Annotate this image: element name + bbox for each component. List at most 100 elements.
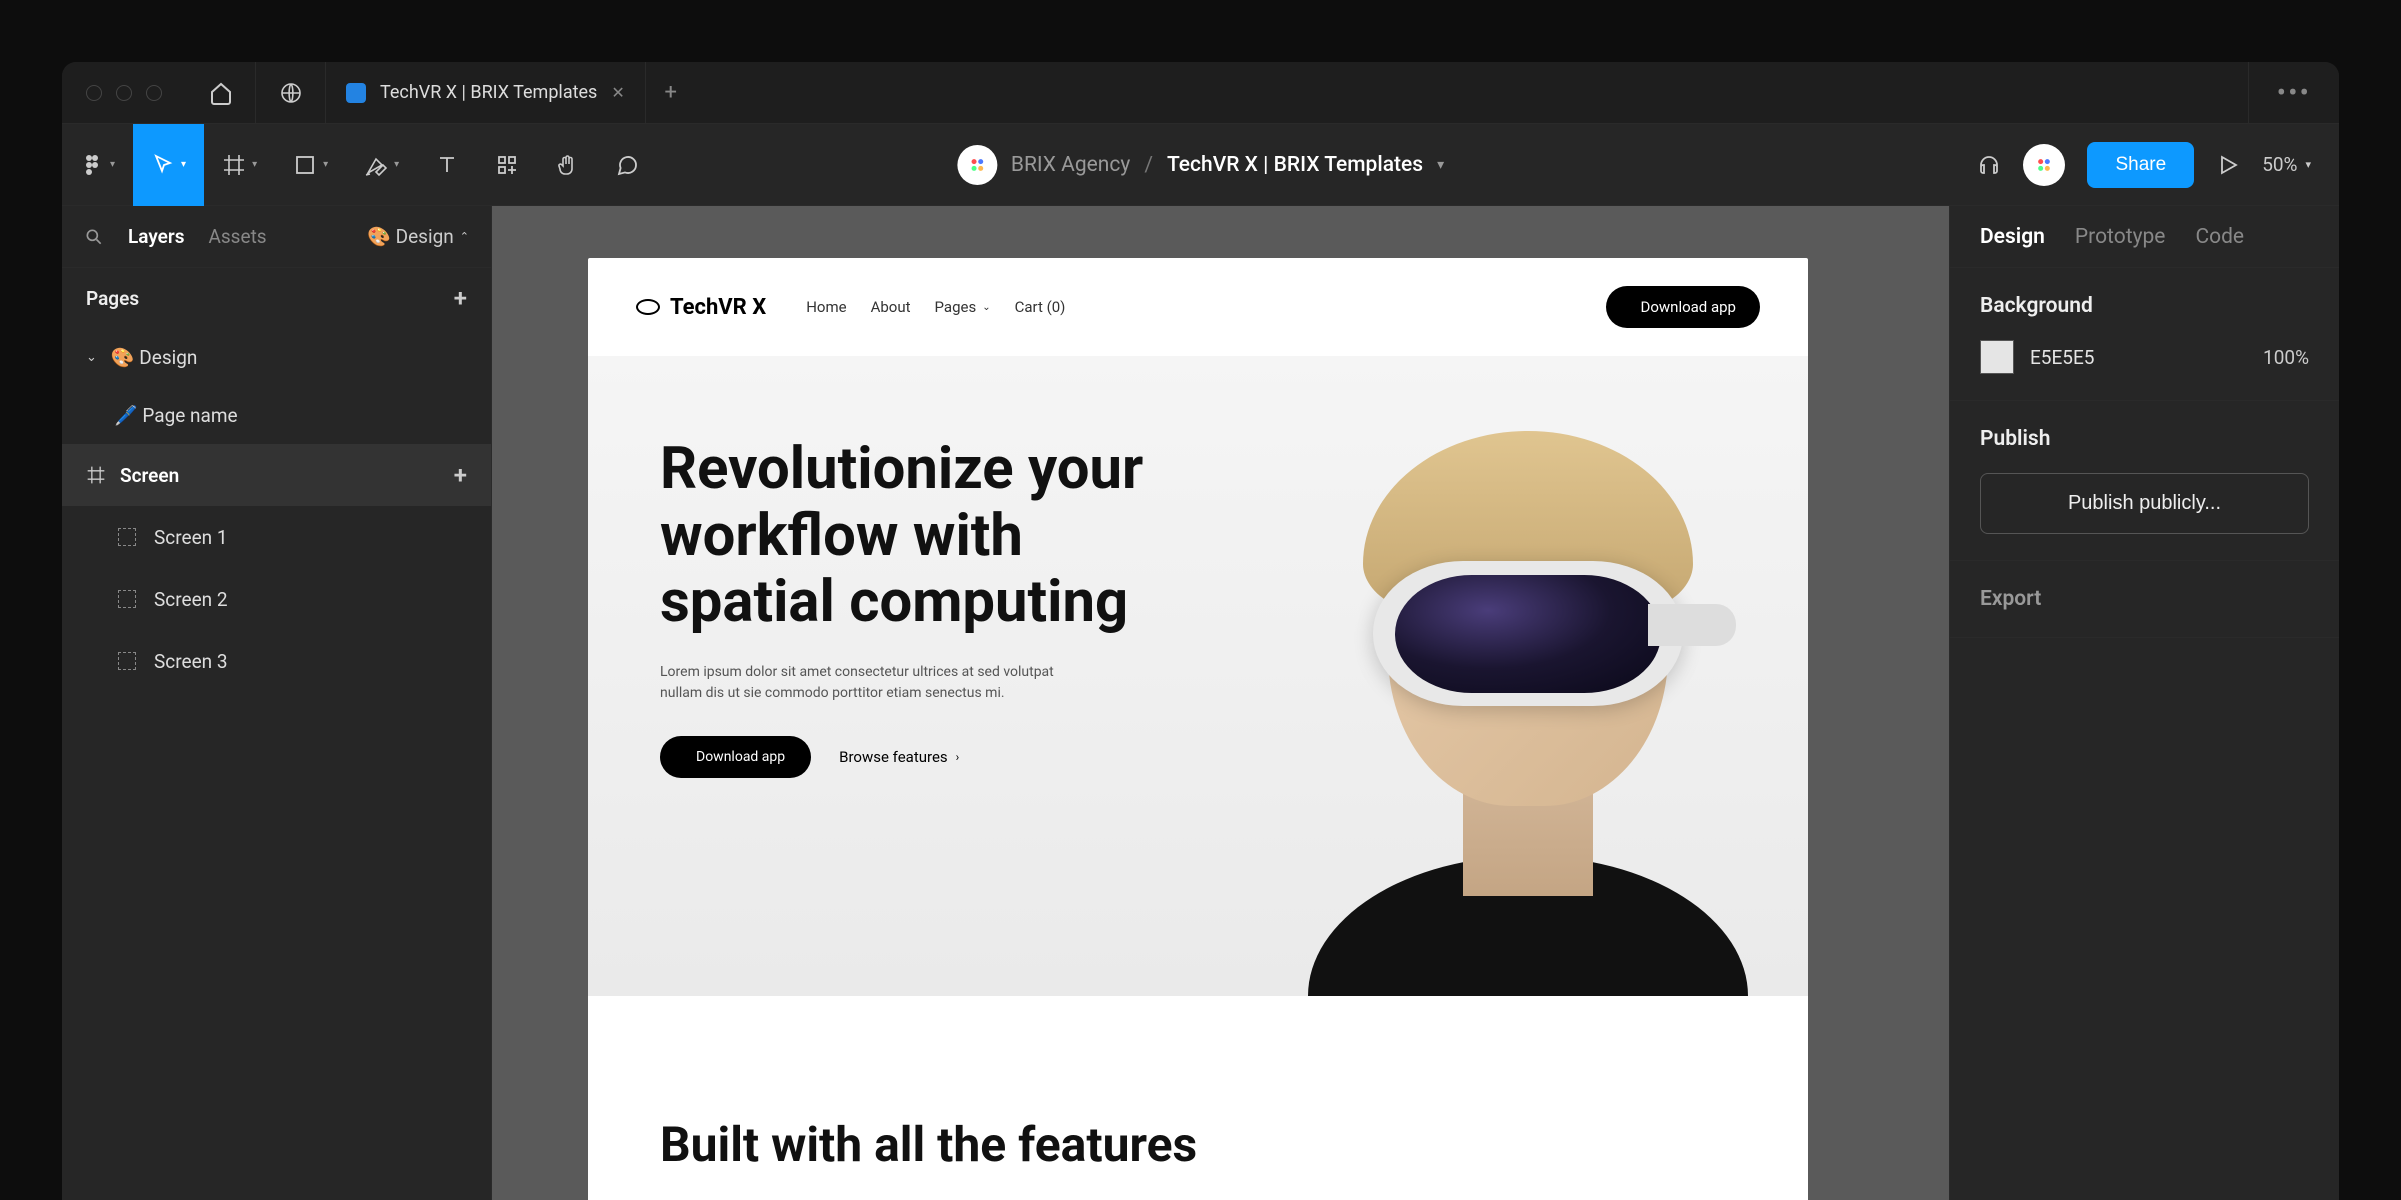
layer-item-screen-3[interactable]: Screen 3: [62, 630, 491, 692]
color-opacity[interactable]: 100%: [2263, 346, 2309, 369]
layer-label: Screen 3: [154, 650, 228, 673]
text-icon: [435, 153, 459, 177]
globe-icon: [279, 81, 303, 105]
hand-tool-button[interactable]: [537, 124, 597, 206]
mock-hero: Revolutionize your workflow with spatial…: [588, 356, 1808, 996]
figma-logo-icon: [80, 153, 104, 177]
user-avatar[interactable]: [2023, 144, 2065, 186]
home-button[interactable]: [186, 62, 256, 124]
color-swatch[interactable]: [1980, 340, 2014, 374]
team-avatar[interactable]: [957, 145, 997, 185]
text-tool-button[interactable]: [417, 124, 477, 206]
mock-nav-links: Home About Pages ⌄ Cart (0): [806, 298, 1065, 316]
right-panel-tabs: Design Prototype Code: [1950, 206, 2339, 268]
left-panel: Layers Assets 🎨 Design ⌃ Pages + ⌄ 🎨 Des…: [62, 206, 492, 1200]
mock-features-title: Built with all the features: [660, 1116, 1736, 1173]
background-color-row[interactable]: E5E5E5 100%: [1980, 340, 2309, 374]
mock-hero-text: Revolutionize your workflow with spatial…: [660, 386, 1200, 996]
resources-button[interactable]: [477, 124, 537, 206]
headphones-icon: [1977, 153, 2001, 177]
hand-icon: [555, 153, 579, 177]
publish-section: Publish Publish publicly...: [1950, 401, 2339, 561]
publish-publicly-button[interactable]: Publish publicly...: [1980, 473, 2309, 534]
chevron-down-icon: ▾: [181, 159, 186, 170]
chevron-down-icon: ▾: [2305, 158, 2311, 171]
chevron-right-icon: ›: [956, 750, 960, 764]
move-tool-button[interactable]: ▾: [133, 124, 204, 206]
mock-logo: TechVR X: [636, 295, 766, 320]
screen-section-label: Screen: [120, 464, 179, 487]
mock-nav-home: Home: [806, 298, 846, 316]
audio-button[interactable]: [1977, 153, 2001, 177]
screen-section-header[interactable]: Screen +: [62, 444, 491, 506]
minimize-window-button[interactable]: [116, 85, 132, 101]
add-screen-button[interactable]: +: [454, 461, 467, 489]
breadcrumb-file[interactable]: TechVR X | BRIX Templates: [1167, 153, 1423, 177]
mock-logo-text: TechVR X: [670, 295, 766, 320]
add-page-button[interactable]: +: [454, 284, 467, 312]
layers-tab[interactable]: Layers: [128, 225, 184, 248]
toolbar: ▾ ▾ ▾ ▾ ▾: [62, 124, 2339, 206]
frame-tool-button[interactable]: ▾: [204, 124, 275, 206]
window-menu-button[interactable]: •••: [2248, 62, 2339, 124]
zoom-level: 50%: [2262, 153, 2297, 176]
assets-tab[interactable]: Assets: [208, 225, 266, 248]
chevron-down-icon: ⌄: [86, 350, 97, 365]
background-section: Background E5E5E5 100%: [1950, 268, 2339, 401]
close-tab-button[interactable]: ✕: [611, 83, 624, 102]
mock-nav: TechVR X Home About Pages ⌄ Cart (0) Dow…: [588, 258, 1808, 356]
shape-tool-button[interactable]: ▾: [275, 124, 346, 206]
toolbar-right: Share 50% ▾: [1977, 142, 2339, 188]
export-section[interactable]: Export: [1950, 561, 2339, 638]
zoom-dropdown[interactable]: 50% ▾: [2262, 153, 2311, 176]
color-hex[interactable]: E5E5E5: [2030, 346, 2094, 369]
mock-hero-title: Revolutionize your workflow with spatial…: [660, 436, 1200, 636]
goggles-icon: [636, 299, 660, 315]
page-item-design[interactable]: ⌄ 🎨 Design: [62, 328, 491, 386]
chevron-down-icon: ▾: [323, 159, 328, 170]
mock-download-app-button: Download app: [1606, 286, 1760, 328]
prototype-tab[interactable]: Prototype: [2075, 225, 2166, 249]
breadcrumb-separator: /: [1144, 153, 1153, 177]
publish-title: Publish: [1980, 427, 2309, 451]
design-page-dropdown[interactable]: 🎨 Design ⌃: [367, 225, 469, 248]
pen-icon: [364, 153, 388, 177]
chevron-down-icon[interactable]: ▾: [1437, 157, 1444, 173]
chevron-down-icon: ▾: [252, 159, 257, 170]
breadcrumb-team[interactable]: BRIX Agency: [1011, 153, 1130, 177]
close-window-button[interactable]: [86, 85, 102, 101]
pen-tool-button[interactable]: ▾: [346, 124, 417, 206]
canvas[interactable]: TechVR X Home About Pages ⌄ Cart (0) Dow…: [492, 206, 1949, 1200]
design-frame[interactable]: TechVR X Home About Pages ⌄ Cart (0) Dow…: [588, 258, 1808, 1200]
mock-hero-body: Lorem ipsum dolor sit amet consectetur u…: [660, 662, 1090, 704]
main-menu-button[interactable]: ▾: [62, 124, 133, 206]
home-icon: [209, 81, 233, 105]
code-tab[interactable]: Code: [2195, 225, 2244, 249]
right-panel: Design Prototype Code Background E5E5E5 …: [1949, 206, 2339, 1200]
search-icon[interactable]: [84, 227, 104, 247]
chevron-down-icon: ▾: [394, 159, 399, 170]
comment-tool-button[interactable]: [597, 124, 657, 206]
share-button[interactable]: Share: [2087, 142, 2194, 188]
export-title: Export: [1980, 587, 2309, 611]
main-layout: Layers Assets 🎨 Design ⌃ Pages + ⌄ 🎨 Des…: [62, 206, 2339, 1200]
present-button[interactable]: [2216, 153, 2240, 177]
maximize-window-button[interactable]: [146, 85, 162, 101]
chevron-up-icon: ⌃: [460, 230, 469, 243]
new-tab-button[interactable]: +: [646, 62, 696, 124]
mock-cta-browse: Browse features ›: [839, 748, 959, 766]
app-window: TechVR X | BRIX Templates ✕ + ••• ▾ ▾ ▾ …: [62, 62, 2339, 1200]
layer-item-screen-2[interactable]: Screen 2: [62, 568, 491, 630]
file-tab[interactable]: TechVR X | BRIX Templates ✕: [326, 62, 646, 124]
mock-hero-ctas: Download app Browse features ›: [660, 736, 1200, 778]
design-tab[interactable]: Design: [1980, 225, 2045, 249]
brix-logo-icon: [2034, 155, 2054, 175]
page-item-page-name[interactable]: 🖊️ Page name: [62, 386, 491, 444]
components-icon: [495, 153, 519, 177]
mock-features-section: Built with all the features: [588, 996, 1808, 1200]
layer-item-screen-1[interactable]: Screen 1: [62, 506, 491, 568]
community-button[interactable]: [256, 62, 326, 124]
titlebar: TechVR X | BRIX Templates ✕ + •••: [62, 62, 2339, 124]
section-icon: [118, 590, 136, 608]
mock-nav-about: About: [871, 298, 911, 316]
